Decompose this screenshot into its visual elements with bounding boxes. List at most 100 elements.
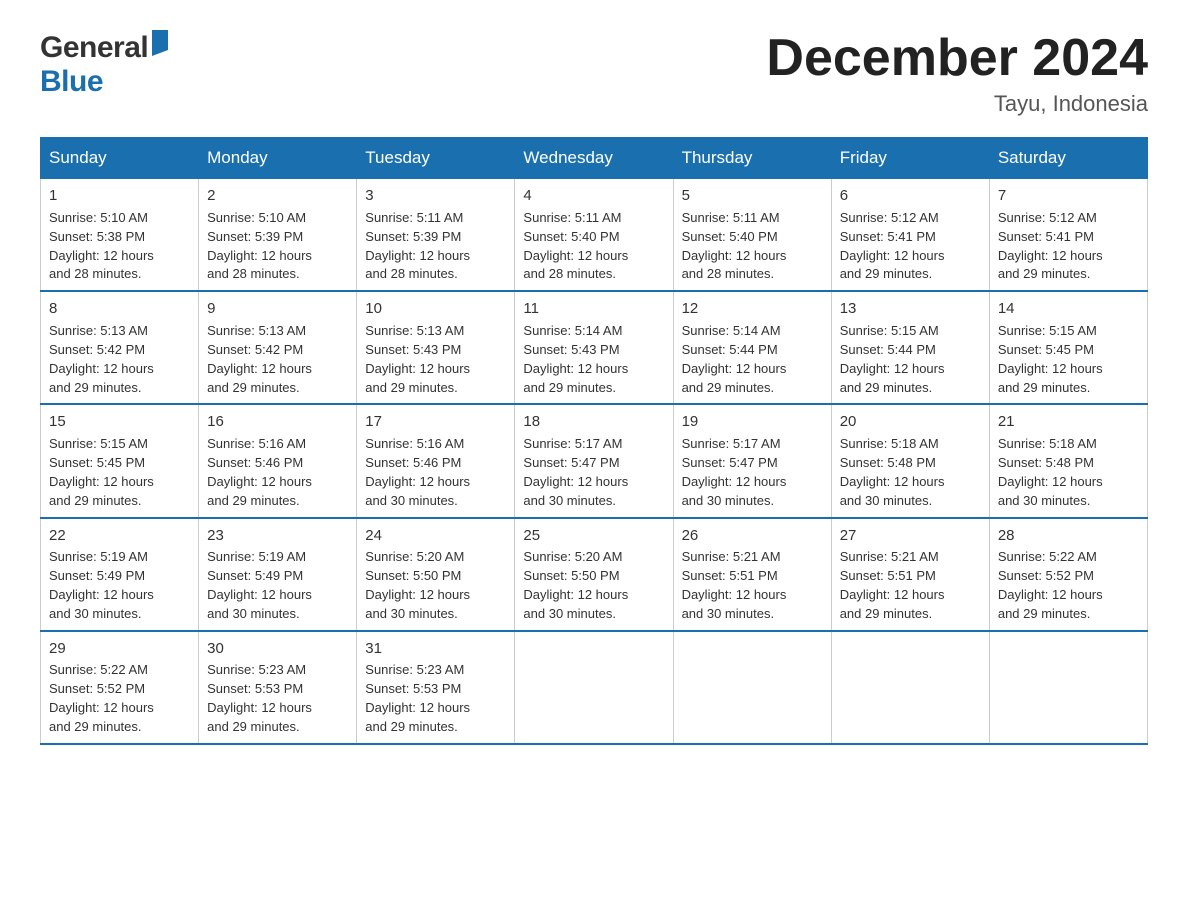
header-saturday: Saturday [989, 138, 1147, 179]
day-info: Sunrise: 5:22 AMSunset: 5:52 PMDaylight:… [998, 549, 1103, 621]
day-info: Sunrise: 5:13 AMSunset: 5:43 PMDaylight:… [365, 323, 470, 395]
day-number: 31 [365, 638, 506, 660]
calendar-day-cell: 19Sunrise: 5:17 AMSunset: 5:47 PMDayligh… [673, 404, 831, 517]
calendar-day-cell: 26Sunrise: 5:21 AMSunset: 5:51 PMDayligh… [673, 518, 831, 631]
month-title: December 2024 [766, 30, 1148, 87]
calendar-week-row: 29Sunrise: 5:22 AMSunset: 5:52 PMDayligh… [41, 631, 1148, 744]
day-info: Sunrise: 5:12 AMSunset: 5:41 PMDaylight:… [998, 210, 1103, 282]
day-number: 20 [840, 411, 981, 433]
day-info: Sunrise: 5:13 AMSunset: 5:42 PMDaylight:… [207, 323, 312, 395]
calendar-day-cell: 16 Sunrise: 5:16 AMSunset: 5:46 PMDayligh… [199, 404, 357, 517]
calendar-empty-cell [673, 631, 831, 744]
calendar-day-cell: 13 Sunrise: 5:15 AMSunset: 5:44 PMDayligh… [831, 291, 989, 404]
day-number: 15 [49, 411, 190, 433]
calendar-day-cell: 14 Sunrise: 5:15 AMSunset: 5:45 PMDayligh… [989, 291, 1147, 404]
day-info: Sunrise: 5:15 AMSunset: 5:44 PMDaylight:… [840, 323, 945, 395]
day-info: Sunrise: 5:11 AMSunset: 5:40 PMDaylight:… [682, 210, 787, 282]
day-number: 30 [207, 638, 348, 660]
day-number: 6 [840, 185, 981, 207]
day-info: Sunrise: 5:21 AMSunset: 5:51 PMDaylight:… [682, 549, 787, 621]
calendar-day-cell: 21 Sunrise: 5:18 AMSunset: 5:48 PMDayligh… [989, 404, 1147, 517]
day-info: Sunrise: 5:13 AMSunset: 5:42 PMDaylight:… [49, 323, 154, 395]
calendar-day-cell: 6Sunrise: 5:12 AMSunset: 5:41 PMDaylight… [831, 179, 989, 292]
day-number: 4 [523, 185, 664, 207]
day-number: 7 [998, 185, 1139, 207]
logo-general-text: General [40, 31, 148, 65]
calendar-day-cell: 11Sunrise: 5:14 AMSunset: 5:43 PMDayligh… [515, 291, 673, 404]
day-info: Sunrise: 5:14 AMSunset: 5:44 PMDaylight:… [682, 323, 787, 395]
day-number: 23 [207, 525, 348, 547]
day-number: 19 [682, 411, 823, 433]
logo-blue-text: Blue [40, 65, 103, 98]
day-number: 9 [207, 298, 348, 320]
day-number: 17 [365, 411, 506, 433]
calendar-empty-cell [989, 631, 1147, 744]
day-number: 2 [207, 185, 348, 207]
day-number: 21 [998, 411, 1139, 433]
day-number: 13 [840, 298, 981, 320]
calendar-empty-cell [831, 631, 989, 744]
calendar-week-row: 1 Sunrise: 5:10 AMSunset: 5:38 PMDaylight… [41, 179, 1148, 292]
day-number: 16 [207, 411, 348, 433]
calendar-day-cell: 20Sunrise: 5:18 AMSunset: 5:48 PMDayligh… [831, 404, 989, 517]
header-sunday: Sunday [41, 138, 199, 179]
calendar-day-cell: 5 Sunrise: 5:11 AMSunset: 5:40 PMDaylight… [673, 179, 831, 292]
day-number: 5 [682, 185, 823, 207]
calendar-day-cell: 25Sunrise: 5:20 AMSunset: 5:50 PMDayligh… [515, 518, 673, 631]
day-info: Sunrise: 5:16 AMSunset: 5:46 PMDaylight:… [365, 436, 470, 508]
header-friday: Friday [831, 138, 989, 179]
day-info: Sunrise: 5:10 AMSunset: 5:38 PMDaylight:… [49, 210, 154, 282]
day-info: Sunrise: 5:18 AMSunset: 5:48 PMDaylight:… [998, 436, 1103, 508]
day-number: 25 [523, 525, 664, 547]
calendar-table: SundayMondayTuesdayWednesdayThursdayFrid… [40, 137, 1148, 745]
calendar-day-cell: 1 Sunrise: 5:10 AMSunset: 5:38 PMDaylight… [41, 179, 199, 292]
calendar-day-cell: 7 Sunrise: 5:12 AMSunset: 5:41 PMDaylight… [989, 179, 1147, 292]
day-number: 11 [523, 298, 664, 320]
day-number: 12 [682, 298, 823, 320]
day-info: Sunrise: 5:21 AMSunset: 5:51 PMDaylight:… [840, 549, 945, 621]
header-tuesday: Tuesday [357, 138, 515, 179]
calendar-day-cell: 29Sunrise: 5:22 AMSunset: 5:52 PMDayligh… [41, 631, 199, 744]
day-number: 8 [49, 298, 190, 320]
calendar-week-row: 15 Sunrise: 5:15 AMSunset: 5:45 PMDayligh… [41, 404, 1148, 517]
day-info: Sunrise: 5:15 AMSunset: 5:45 PMDaylight:… [998, 323, 1103, 395]
calendar-day-cell: 15 Sunrise: 5:15 AMSunset: 5:45 PMDayligh… [41, 404, 199, 517]
day-number: 1 [49, 185, 190, 207]
day-info: Sunrise: 5:23 AMSunset: 5:53 PMDaylight:… [365, 662, 470, 734]
calendar-day-cell: 8 Sunrise: 5:13 AMSunset: 5:42 PMDaylight… [41, 291, 199, 404]
day-info: Sunrise: 5:16 AMSunset: 5:46 PMDaylight:… [207, 436, 312, 508]
day-info: Sunrise: 5:15 AMSunset: 5:45 PMDaylight:… [49, 436, 154, 508]
calendar-empty-cell [515, 631, 673, 744]
calendar-day-cell: 4 Sunrise: 5:11 AMSunset: 5:40 PMDaylight… [515, 179, 673, 292]
day-info: Sunrise: 5:17 AMSunset: 5:47 PMDaylight:… [523, 436, 628, 508]
calendar-day-cell: 22Sunrise: 5:19 AMSunset: 5:49 PMDayligh… [41, 518, 199, 631]
day-info: Sunrise: 5:20 AMSunset: 5:50 PMDaylight:… [523, 549, 628, 621]
calendar-header-row: SundayMondayTuesdayWednesdayThursdayFrid… [41, 138, 1148, 179]
day-number: 18 [523, 411, 664, 433]
day-info: Sunrise: 5:19 AMSunset: 5:49 PMDaylight:… [207, 549, 312, 621]
day-info: Sunrise: 5:20 AMSunset: 5:50 PMDaylight:… [365, 549, 470, 621]
calendar-day-cell: 23Sunrise: 5:19 AMSunset: 5:49 PMDayligh… [199, 518, 357, 631]
title-block: December 2024 Tayu, Indonesia [766, 30, 1148, 117]
calendar-day-cell: 17 Sunrise: 5:16 AMSunset: 5:46 PMDayligh… [357, 404, 515, 517]
day-number: 10 [365, 298, 506, 320]
day-number: 26 [682, 525, 823, 547]
day-info: Sunrise: 5:11 AMSunset: 5:40 PMDaylight:… [523, 210, 628, 282]
calendar-day-cell: 27Sunrise: 5:21 AMSunset: 5:51 PMDayligh… [831, 518, 989, 631]
day-number: 14 [998, 298, 1139, 320]
calendar-day-cell: 31Sunrise: 5:23 AMSunset: 5:53 PMDayligh… [357, 631, 515, 744]
calendar-week-row: 22Sunrise: 5:19 AMSunset: 5:49 PMDayligh… [41, 518, 1148, 631]
logo-arrow-icon [150, 30, 170, 61]
header-thursday: Thursday [673, 138, 831, 179]
day-number: 28 [998, 525, 1139, 547]
day-number: 29 [49, 638, 190, 660]
calendar-day-cell: 24Sunrise: 5:20 AMSunset: 5:50 PMDayligh… [357, 518, 515, 631]
calendar-day-cell: 2Sunrise: 5:10 AMSunset: 5:39 PMDaylight… [199, 179, 357, 292]
calendar-day-cell: 9 Sunrise: 5:13 AMSunset: 5:42 PMDaylight… [199, 291, 357, 404]
location-text: Tayu, Indonesia [766, 91, 1148, 117]
day-info: Sunrise: 5:11 AMSunset: 5:39 PMDaylight:… [365, 210, 470, 282]
calendar-week-row: 8 Sunrise: 5:13 AMSunset: 5:42 PMDaylight… [41, 291, 1148, 404]
day-info: Sunrise: 5:23 AMSunset: 5:53 PMDaylight:… [207, 662, 312, 734]
page-header: General Blue December 2024 Tayu, Indones… [40, 30, 1148, 117]
day-number: 24 [365, 525, 506, 547]
